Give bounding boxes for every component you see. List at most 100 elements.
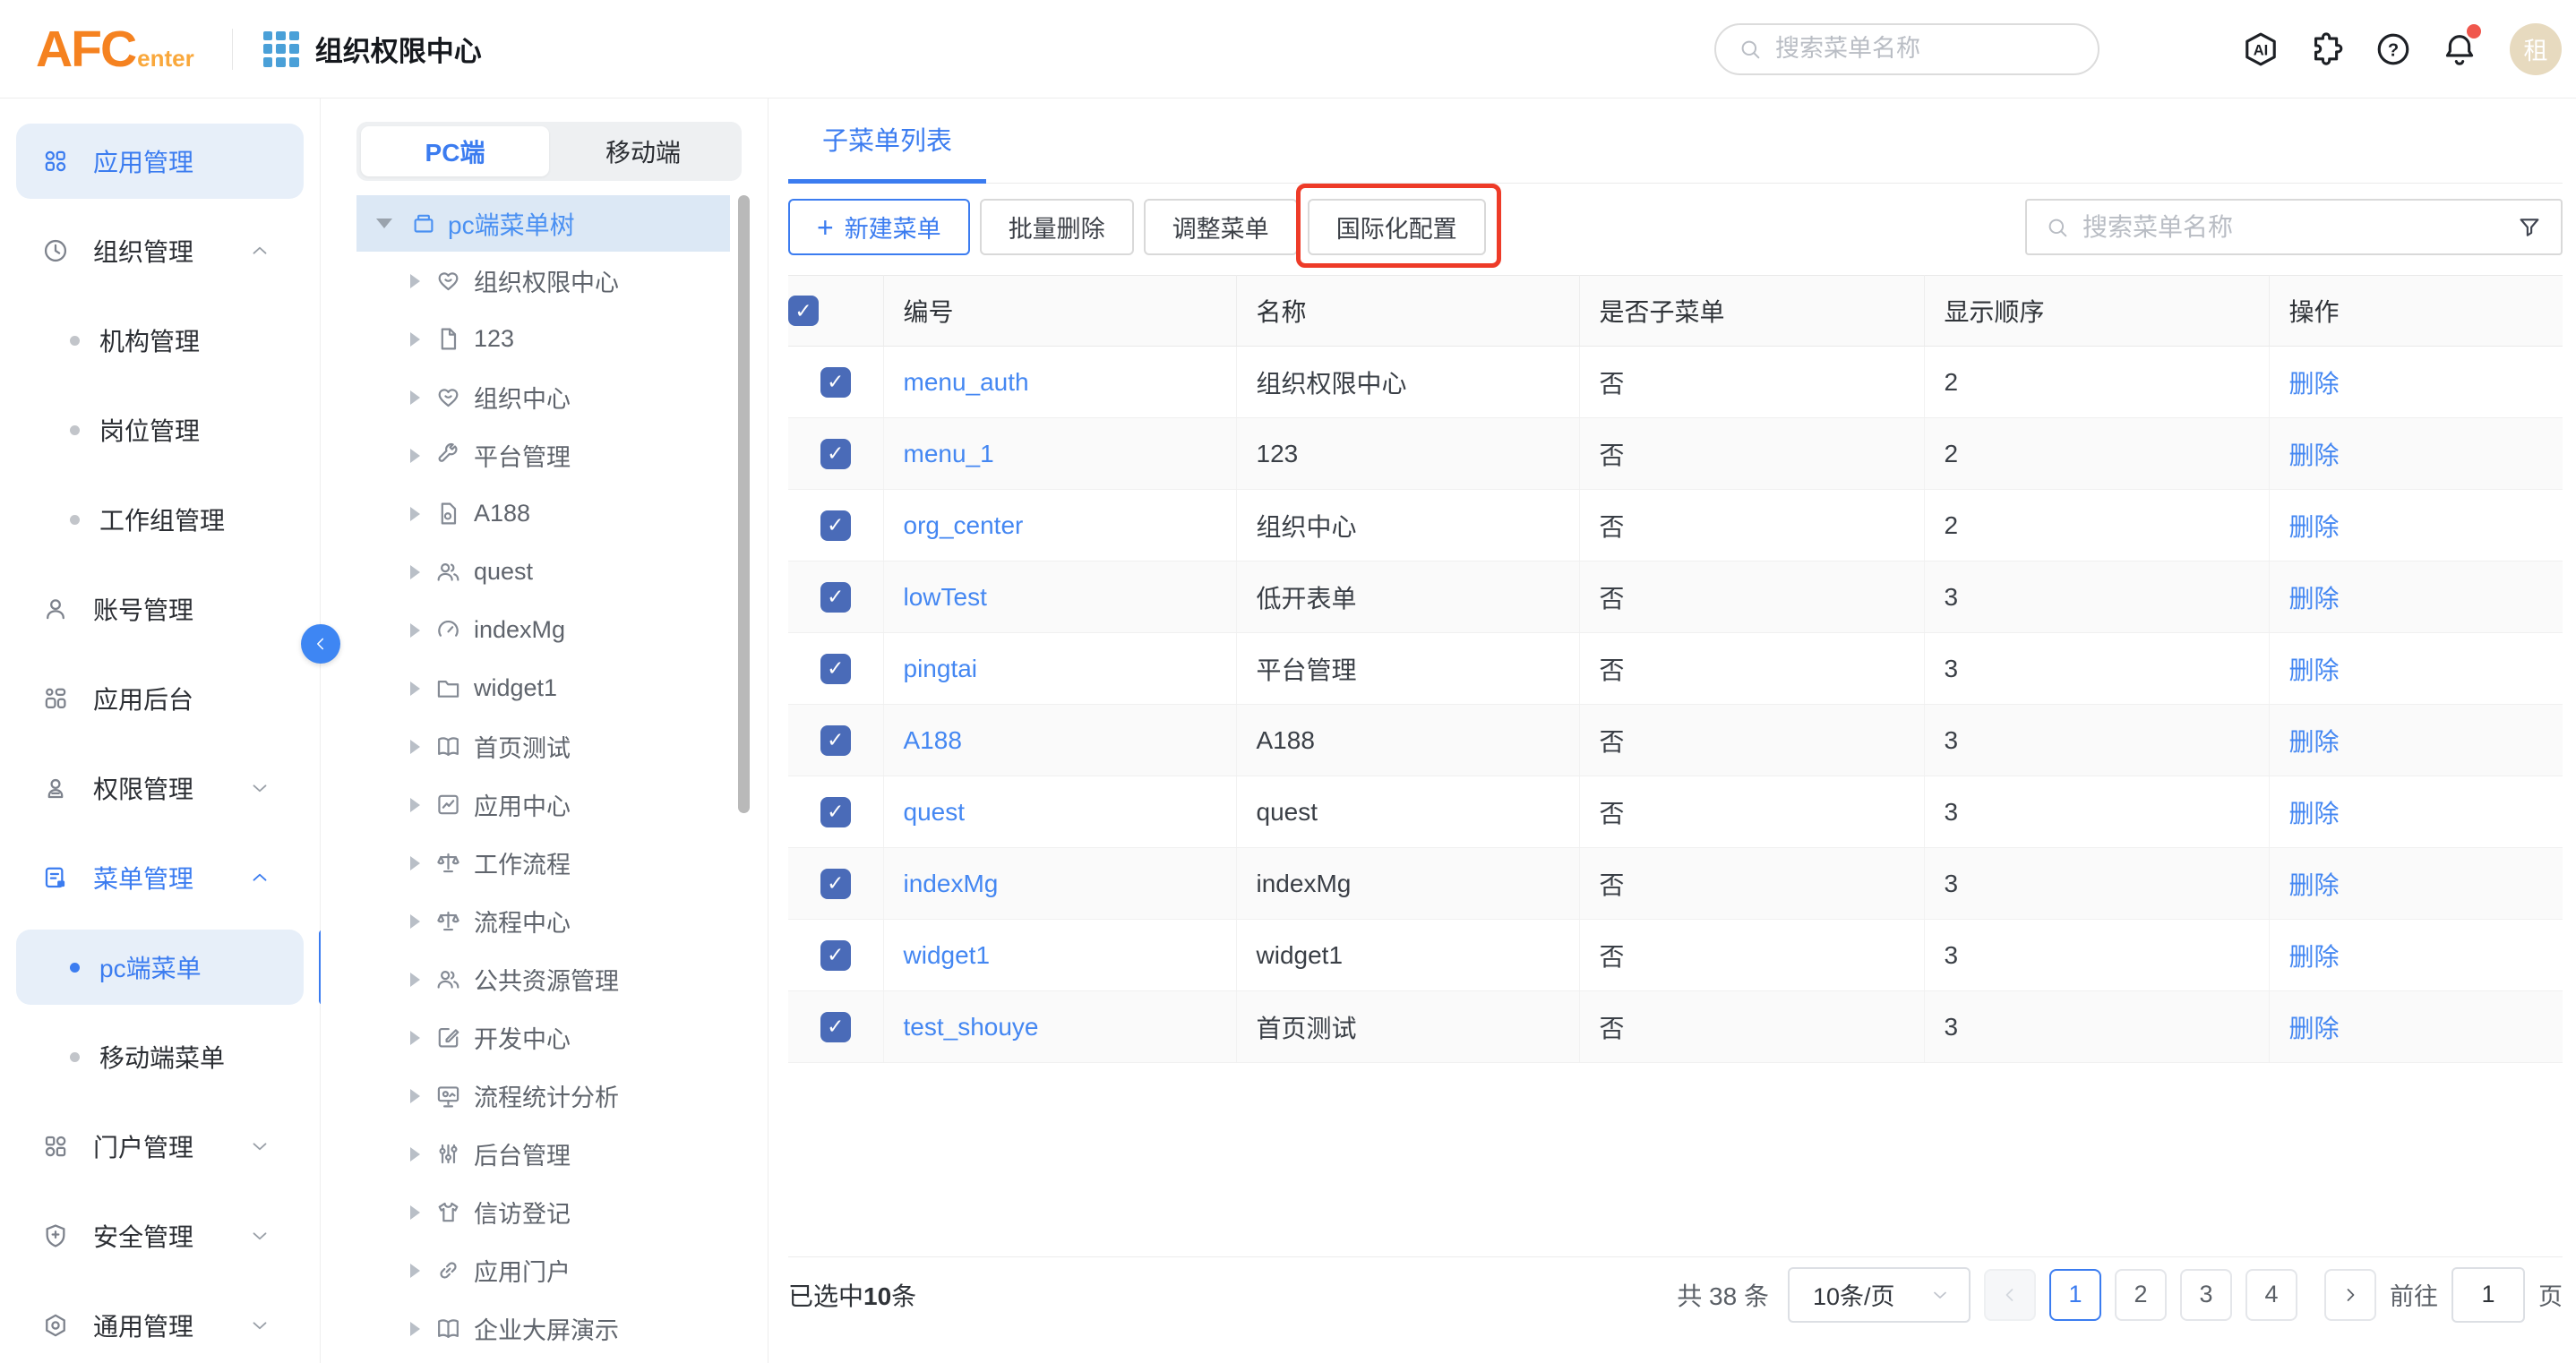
sidebar-item-岗位管理[interactable]: 岗位管理: [16, 385, 304, 475]
filter-funnel-icon[interactable]: [2516, 214, 2543, 241]
tab-submenu-list[interactable]: 子菜单列表: [788, 99, 986, 184]
page-size-select[interactable]: 10条/页: [1788, 1267, 1971, 1323]
sidebar-item-移动端菜单[interactable]: 移动端菜单: [16, 1012, 304, 1102]
tree-node-组织权限中心[interactable]: 组织权限中心: [321, 252, 768, 310]
caret-right-icon[interactable]: [410, 623, 420, 638]
sidebar-item-pc端菜单[interactable]: pc端菜单: [16, 930, 304, 1005]
sidebar-item-工作组管理[interactable]: 工作组管理: [16, 475, 304, 564]
tree-node-流程统计分析[interactable]: 流程统计分析: [321, 1067, 768, 1125]
caret-right-icon[interactable]: [410, 1031, 420, 1045]
page-button-4[interactable]: 4: [2245, 1269, 2297, 1321]
row-checkbox[interactable]: ✓: [820, 1012, 851, 1042]
row-code-link[interactable]: menu_1: [904, 440, 994, 467]
caret-right-icon[interactable]: [410, 274, 420, 288]
tree-node-开发中心[interactable]: 开发中心: [321, 1008, 768, 1067]
platform-tab-PC端[interactable]: PC端: [361, 126, 549, 176]
sidebar-item-机构管理[interactable]: 机构管理: [16, 296, 304, 385]
row-code-link[interactable]: test_shouye: [904, 1013, 1039, 1041]
sidebar-collapse-button[interactable]: [301, 624, 340, 664]
row-code-link[interactable]: menu_auth: [904, 368, 1029, 396]
tree-node-应用中心[interactable]: 应用中心: [321, 776, 768, 834]
tree-node-平台管理[interactable]: 平台管理: [321, 426, 768, 484]
caret-right-icon[interactable]: [410, 1322, 420, 1336]
sidebar-item-门户管理[interactable]: 门户管理: [16, 1102, 304, 1191]
caret-right-icon[interactable]: [410, 565, 420, 579]
tree-node-123[interactable]: 123: [321, 310, 768, 368]
prev-page-button[interactable]: [1984, 1269, 2036, 1321]
tree-root-node[interactable]: pc端菜单树: [356, 195, 730, 252]
sidebar-item-组织管理[interactable]: 组织管理: [16, 206, 304, 296]
platform-tab-移动端[interactable]: 移动端: [549, 126, 737, 176]
next-page-button[interactable]: [2324, 1269, 2376, 1321]
caret-right-icon[interactable]: [410, 914, 420, 929]
tree-node-首页测试[interactable]: 首页测试: [321, 717, 768, 776]
i18n-config-button[interactable]: 国际化配置: [1308, 199, 1486, 255]
table-search-input[interactable]: [2082, 213, 2503, 242]
tree-node-应用门户[interactable]: 应用门户: [321, 1241, 768, 1299]
sidebar-item-账号管理[interactable]: 账号管理: [16, 564, 304, 654]
tree-node-公共资源管理[interactable]: 公共资源管理: [321, 950, 768, 1008]
sidebar-item-通用管理[interactable]: 通用管理: [16, 1281, 304, 1363]
tree-node-indexMg[interactable]: indexMg: [321, 601, 768, 659]
caret-down-icon[interactable]: [376, 219, 392, 228]
row-checkbox[interactable]: ✓: [820, 654, 851, 684]
row-delete-link[interactable]: 删除: [2289, 370, 2340, 398]
caret-right-icon[interactable]: [410, 1089, 420, 1103]
row-delete-link[interactable]: 删除: [2289, 1015, 2340, 1042]
tree-node-企业大屏演示[interactable]: 企业大屏演示: [321, 1299, 768, 1358]
sidebar-item-菜单管理[interactable]: 菜单管理: [16, 833, 304, 922]
tree-node-widget1[interactable]: widget1: [321, 659, 768, 717]
page-button-2[interactable]: 2: [2115, 1269, 2167, 1321]
row-delete-link[interactable]: 删除: [2289, 943, 2340, 971]
goto-page-input[interactable]: [2451, 1267, 2525, 1323]
product-switcher[interactable]: 组织权限中心: [263, 29, 482, 69]
adjust-menu-button[interactable]: 调整菜单: [1144, 199, 1298, 255]
tree-node-流程中心[interactable]: 流程中心: [321, 892, 768, 950]
row-delete-link[interactable]: 删除: [2289, 441, 2340, 469]
afcenter-logo[interactable]: AFC enter: [36, 20, 194, 79]
tree-node-quest[interactable]: quest: [321, 543, 768, 601]
global-search-input[interactable]: [1775, 35, 2076, 63]
row-delete-link[interactable]: 删除: [2289, 656, 2340, 684]
row-checkbox[interactable]: ✓: [820, 725, 851, 756]
caret-right-icon[interactable]: [410, 332, 420, 347]
row-delete-link[interactable]: 删除: [2289, 728, 2340, 756]
page-button-1[interactable]: 1: [2049, 1269, 2101, 1321]
row-checkbox[interactable]: ✓: [820, 439, 851, 469]
avatar[interactable]: 租: [2510, 23, 2562, 75]
row-checkbox[interactable]: ✓: [820, 510, 851, 541]
new-menu-button[interactable]: + 新建菜单: [788, 199, 970, 255]
sidebar-item-安全管理[interactable]: 安全管理: [16, 1191, 304, 1281]
tree-node-A188[interactable]: A188: [321, 484, 768, 543]
ai-assistant-icon[interactable]: AI: [2241, 30, 2280, 69]
tree-node-工作流程[interactable]: 工作流程: [321, 834, 768, 892]
row-code-link[interactable]: lowTest: [904, 583, 987, 611]
global-search[interactable]: [1714, 23, 2099, 75]
tree-node-后台管理[interactable]: 后台管理: [321, 1125, 768, 1183]
page-button-3[interactable]: 3: [2180, 1269, 2232, 1321]
tree-scrollbar[interactable]: [738, 195, 750, 813]
table-search[interactable]: [2025, 199, 2563, 255]
caret-right-icon[interactable]: [410, 1205, 420, 1220]
row-delete-link[interactable]: 删除: [2289, 513, 2340, 541]
caret-right-icon[interactable]: [410, 973, 420, 987]
sidebar-item-权限管理[interactable]: 权限管理: [16, 743, 304, 833]
caret-right-icon[interactable]: [410, 856, 420, 870]
plugin-icon[interactable]: [2307, 30, 2347, 69]
row-checkbox[interactable]: ✓: [820, 582, 851, 613]
row-checkbox[interactable]: ✓: [820, 797, 851, 827]
row-code-link[interactable]: A188: [904, 726, 962, 754]
row-delete-link[interactable]: 删除: [2289, 871, 2340, 899]
caret-right-icon[interactable]: [410, 682, 420, 696]
row-checkbox[interactable]: ✓: [820, 940, 851, 971]
notification-bell-icon[interactable]: [2440, 30, 2479, 69]
caret-right-icon[interactable]: [410, 1264, 420, 1278]
caret-right-icon[interactable]: [410, 740, 420, 754]
tree-node-组织中心[interactable]: 组织中心: [321, 368, 768, 426]
row-delete-link[interactable]: 删除: [2289, 800, 2340, 827]
row-code-link[interactable]: pingtai: [904, 655, 978, 682]
caret-right-icon[interactable]: [410, 798, 420, 812]
sidebar-item-应用管理[interactable]: 应用管理: [16, 124, 304, 199]
select-all-checkbox[interactable]: ✓: [788, 296, 819, 326]
row-checkbox[interactable]: ✓: [820, 869, 851, 899]
